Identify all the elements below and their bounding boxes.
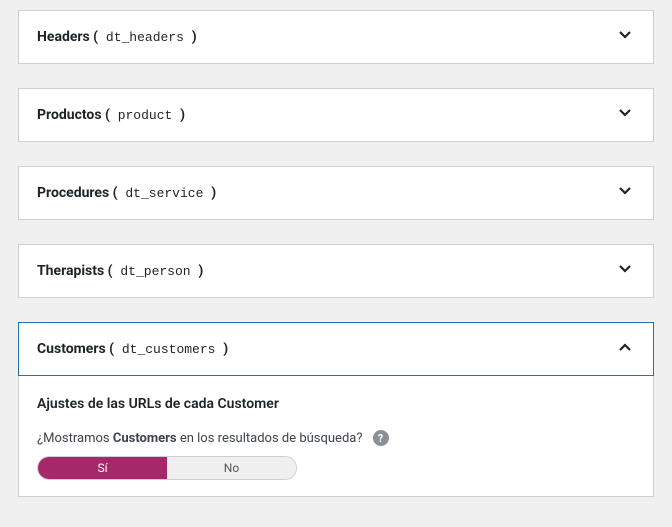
question-prefix: ¿Mostramos — [37, 431, 113, 446]
panel-title: Productos ( product ) — [37, 107, 185, 123]
toggle-no[interactable]: No — [167, 457, 296, 479]
panel-slug: dt_customers — [122, 342, 216, 357]
panel-title: Customers ( dt_customers ) — [37, 341, 228, 357]
panel-title: Therapists ( dt_person ) — [37, 263, 203, 279]
section-title: Ajustes de las URLs de cada Customer — [37, 396, 635, 412]
panel-header-productos[interactable]: Productos ( product ) — [19, 89, 653, 141]
panel-slug: dt_headers — [106, 30, 184, 45]
panel-headers: Headers ( dt_headers ) — [18, 10, 654, 64]
panel-therapists: Therapists ( dt_person ) — [18, 244, 654, 298]
chevron-down-icon — [615, 259, 635, 283]
panel-productos: Productos ( product ) — [18, 88, 654, 142]
panel-label: Productos — [37, 107, 102, 123]
panel-body-customers: Ajustes de las URLs de cada Customer ¿Mo… — [18, 376, 654, 497]
panel-header-customers[interactable]: Customers ( dt_customers ) — [19, 323, 653, 375]
question-suffix: en los resultados de búsqueda? — [177, 431, 363, 446]
panel-label: Therapists — [37, 263, 104, 279]
chevron-up-icon — [615, 337, 635, 361]
chevron-down-icon — [615, 181, 635, 205]
panel-header-therapists[interactable]: Therapists ( dt_person ) — [19, 245, 653, 297]
panel-slug: dt_service — [125, 186, 203, 201]
panel-header-headers[interactable]: Headers ( dt_headers ) — [19, 11, 653, 63]
chevron-down-icon — [615, 103, 635, 127]
panel-label: Customers — [37, 341, 106, 357]
question-bold: Customers — [113, 431, 177, 446]
panel-slug: dt_person — [120, 264, 190, 279]
toggle-yes[interactable]: Sí — [38, 457, 167, 479]
search-toggle[interactable]: Sí No — [37, 456, 297, 480]
panel-customers: Customers ( dt_customers ) — [18, 322, 654, 376]
panel-title: Headers ( dt_headers ) — [37, 29, 197, 45]
panel-slug: product — [118, 108, 173, 123]
chevron-down-icon — [615, 25, 635, 49]
panel-title: Procedures ( dt_service ) — [37, 185, 216, 201]
help-icon[interactable]: ? — [373, 430, 389, 446]
panel-label: Procedures — [37, 185, 109, 201]
panel-procedures: Procedures ( dt_service ) — [18, 166, 654, 220]
search-question: ¿Mostramos Customers en los resultados d… — [37, 430, 635, 446]
panel-label: Headers — [37, 29, 90, 45]
panel-header-procedures[interactable]: Procedures ( dt_service ) — [19, 167, 653, 219]
